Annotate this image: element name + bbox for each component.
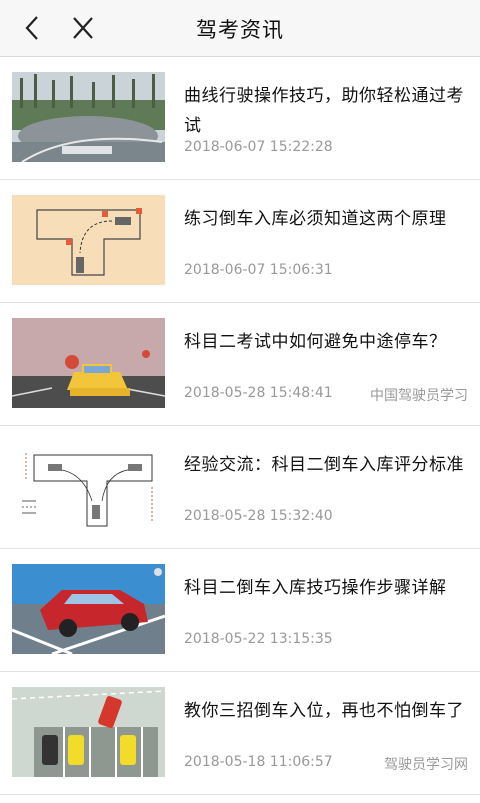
article-item[interactable]: 科目二倒车入库技巧操作步骤详解 2018-05-22 13:15:35: [0, 549, 480, 672]
article-thumbnail: [12, 687, 165, 777]
article-item[interactable]: 练习倒车入库必须知道这两个原理 2018-06-07 15:06:31: [0, 180, 480, 303]
article-item[interactable]: 科目二考试中如何避免中途停车？ 2018-05-28 15:48:41 中国驾驶…: [0, 303, 480, 426]
article-date: 2018-05-28 15:48:41: [184, 385, 333, 401]
article-thumbnail: [12, 195, 165, 285]
article-title: 练习倒车入库必须知道这两个原理: [184, 209, 447, 229]
article-item[interactable]: 经验交流：科目二倒车入库评分标准 2018-05-28 15:32:40: [0, 426, 480, 549]
article-thumbnail: [12, 318, 165, 408]
article-list: 曲线行驶操作技巧，助你轻松通过考试 2018-06-07 15:22:28 练习…: [0, 57, 480, 795]
article-title: 教你三招倒车入位，再也不怕倒车了: [184, 701, 464, 721]
article-title: 科目二考试中如何避免中途停车？: [184, 332, 447, 352]
top-nav-bar: 驾考资讯: [0, 0, 480, 57]
article-date: 2018-05-18 11:06:57: [184, 754, 333, 770]
article-title: 科目二倒车入库技巧操作步骤详解: [184, 578, 447, 598]
article-thumbnail: [12, 72, 165, 162]
article-date: 2018-05-22 13:15:35: [184, 631, 333, 647]
article-thumbnail: [12, 441, 165, 531]
article-title: 曲线行驶操作技巧，助你轻松通过考试: [184, 86, 464, 136]
article-item[interactable]: 教你三招倒车入位，再也不怕倒车了 2018-05-18 11:06:57 驾驶员…: [0, 672, 480, 795]
page-title: 驾考资讯: [196, 18, 284, 42]
article-source: 驾驶员学习网: [384, 757, 468, 773]
article-thumbnail: [12, 564, 165, 654]
article-source: 中国驾驶员学习: [370, 388, 468, 404]
article-date: 2018-06-07 15:06:31: [184, 262, 333, 278]
article-title: 经验交流：科目二倒车入库评分标准: [184, 455, 464, 475]
article-item[interactable]: 曲线行驶操作技巧，助你轻松通过考试 2018-06-07 15:22:28: [0, 57, 480, 180]
article-date: 2018-05-28 15:32:40: [184, 508, 333, 524]
article-date: 2018-06-07 15:22:28: [184, 139, 333, 155]
